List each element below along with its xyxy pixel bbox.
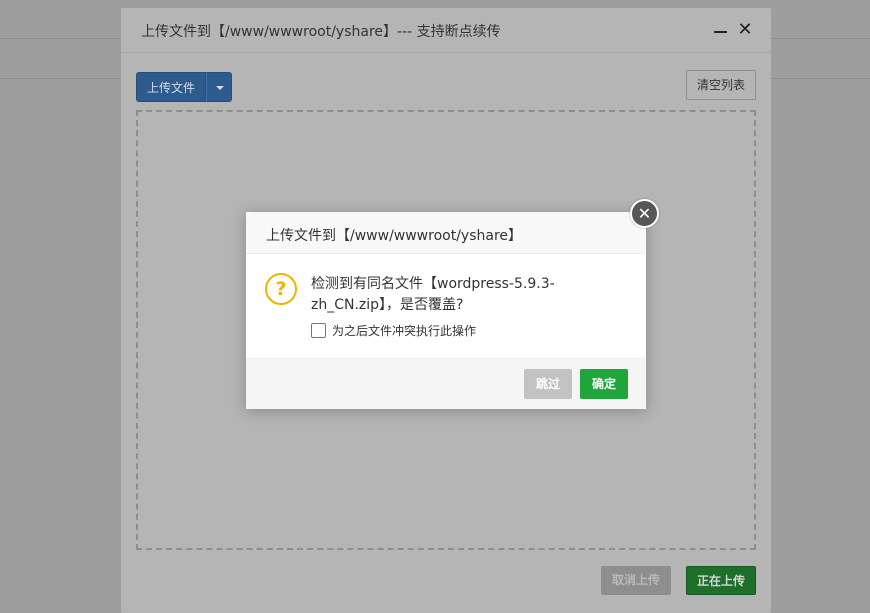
confirm-modal-title: 上传文件到【/www/wwwroot/yshare】 [266,228,523,244]
upload-dialog-title: 上传文件到【/www/wwwroot/yshare】--- 支持断点续传 [141,24,501,40]
upload-file-button[interactable]: 上传文件 [136,72,207,102]
checkbox-box[interactable] [311,323,326,338]
confirm-button[interactable]: 确定 [580,369,628,399]
overwrite-confirm-modal: 上传文件到【/www/wwwroot/yshare】 ✕ ? 检测到有同名文件【… [246,199,659,409]
apply-to-all-checkbox[interactable]: 为之后文件冲突执行此操作 [311,322,476,339]
confirm-message: 检测到有同名文件【wordpress-5.9.3-zh_CN.zip】，是否覆盖… [311,276,555,313]
confirm-modal-footer: 跳过 确定 [246,358,646,409]
upload-dropdown-toggle[interactable] [206,72,233,102]
upload-dialog-header: 上传文件到【/www/wwwroot/yshare】--- 支持断点续传 ✕ [121,8,771,53]
close-icon[interactable]: ✕ [630,199,659,228]
skip-button[interactable]: 跳过 [524,369,572,399]
close-icon[interactable]: ✕ [735,20,755,40]
uploading-button[interactable]: 正在上传 [686,566,756,595]
cancel-upload-button[interactable]: 取消上传 [601,566,671,595]
clear-list-button[interactable]: 清空列表 [686,70,757,100]
upload-button-group: 上传文件 [136,72,233,102]
confirm-modal-header: 上传文件到【/www/wwwroot/yshare】 [246,212,646,254]
checkbox-label: 为之后文件冲突执行此操作 [332,324,477,338]
question-icon: ? [265,273,297,305]
minimize-icon[interactable] [710,20,730,40]
